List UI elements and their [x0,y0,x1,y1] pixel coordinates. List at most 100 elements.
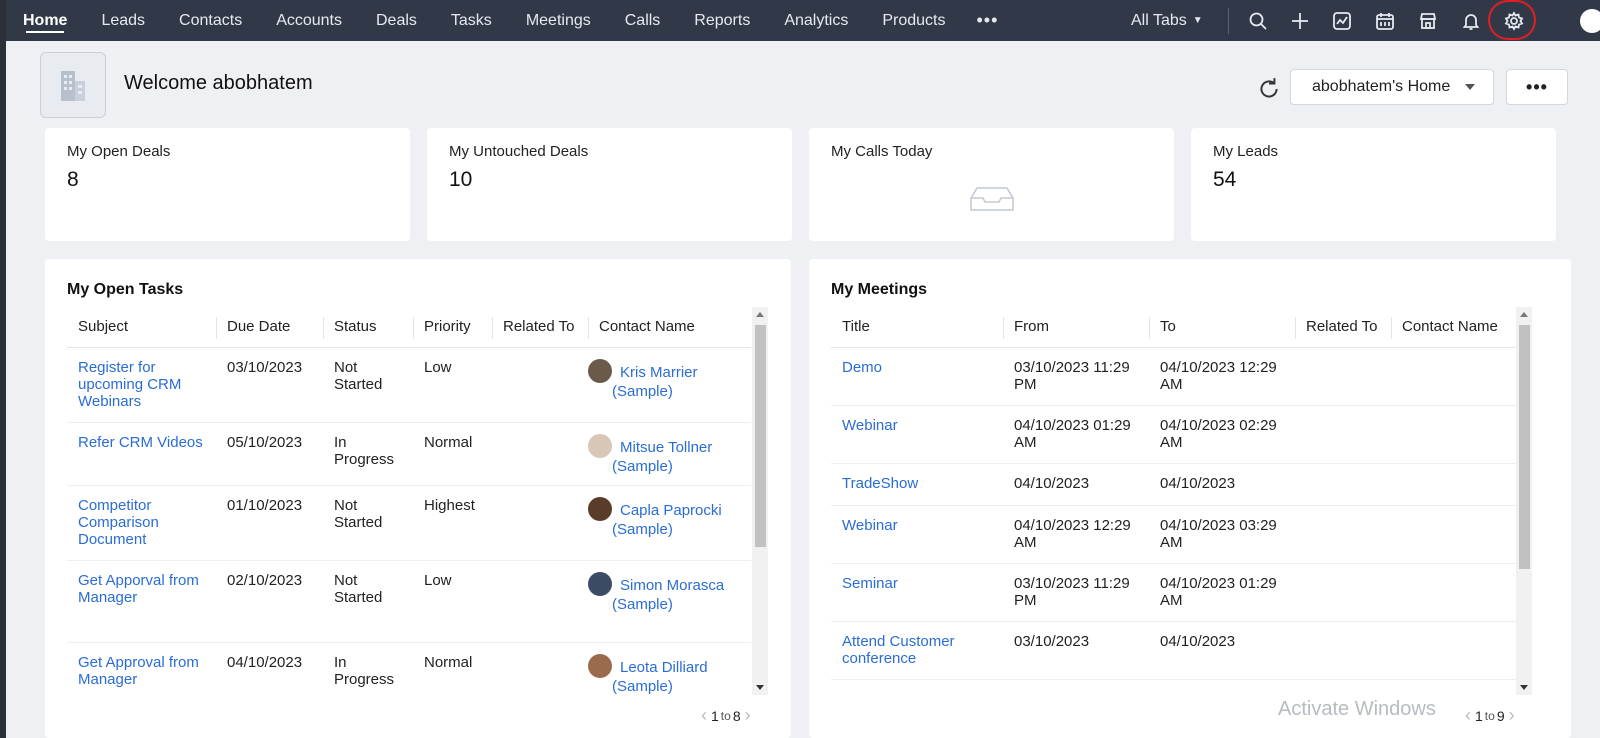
contact-link[interactable]: Mitsue Tollner [620,439,712,456]
all-tabs-label: All Tabs [1131,11,1187,29]
column-header[interactable]: Due Date [216,307,323,348]
scroll-up-icon[interactable] [1520,312,1528,317]
task-due-date: 05/10/2023 [216,422,323,486]
task-status: In Progress [323,422,413,486]
caret-down-icon: ▼ [1192,15,1203,26]
scroll-down-icon[interactable] [756,685,764,690]
next-page-icon[interactable]: › [741,705,755,726]
empty-inbox-icon [970,187,1014,211]
contact-link-suffix[interactable]: (Sample) [588,383,740,400]
meeting-related-to [1295,621,1391,680]
home-view-select[interactable]: abobhatem's Home [1290,69,1494,105]
scroll-up-icon[interactable] [756,312,764,317]
contact-avatar [588,496,612,521]
contact-link[interactable]: Leota Dilliard [620,659,708,676]
task-subject-link[interactable]: Refer CRM Videos [78,434,203,451]
open-tasks-panel: My Open Tasks Subject Due Date Status Pr… [45,259,791,738]
task-subject-link[interactable]: Get Apporval from Manager [78,572,199,606]
meetings-scrollbar[interactable] [1516,307,1532,695]
task-priority: Normal [413,422,492,486]
tab-calls[interactable]: Calls [608,0,678,41]
kpi-untouched-deals[interactable]: My Untouched Deals 10 [427,128,792,241]
contact-link-suffix[interactable]: (Sample) [588,458,740,475]
column-header[interactable]: Subject [67,307,216,348]
meeting-title-link[interactable]: Webinar [842,417,898,434]
task-subject-link[interactable]: Get Approval from Manager [78,654,199,688]
task-subject-link[interactable]: Register for upcoming CRM Webinars [78,359,181,410]
top-nav: Home Leads Contacts Accounts Deals Tasks… [6,0,1600,41]
table-row: Refer CRM Videos 05/10/2023 In Progress … [67,422,751,486]
contact-link-suffix[interactable]: (Sample) [588,521,740,538]
tab-home[interactable]: Home [6,0,84,41]
calendar-icon[interactable] [1367,0,1403,41]
meeting-title-link[interactable]: Seminar [842,575,898,592]
column-header[interactable]: From [1003,307,1149,348]
tab-analytics[interactable]: Analytics [767,0,865,41]
contact-link[interactable]: Simon Morasca [620,577,724,594]
more-tabs-button[interactable]: ••• [963,0,1013,41]
tab-products[interactable]: Products [865,0,962,41]
meeting-title-link[interactable]: Demo [842,359,882,376]
meeting-contact [1391,621,1517,680]
column-header[interactable]: Contact Name [1391,307,1517,348]
table-row: Get Apporval from Manager 02/10/2023 Not… [67,560,751,643]
bell-icon[interactable] [1453,0,1489,41]
tasks-scrollbar[interactable] [752,307,768,695]
tasks-table-wrap: Subject Due Date Status Priority Related… [67,307,751,695]
contact-avatar [588,433,612,458]
contact-avatar [588,358,612,383]
tab-accounts[interactable]: Accounts [259,0,359,41]
kpi-leads[interactable]: My Leads 54 [1191,128,1556,241]
tab-deals[interactable]: Deals [359,0,434,41]
kpi-calls-today[interactable]: My Calls Today [809,128,1174,241]
meeting-related-to [1295,463,1391,506]
meeting-related-to [1295,505,1391,564]
scroll-down-icon[interactable] [1520,685,1528,690]
more-options-button[interactable]: ••• [1506,69,1568,105]
meeting-title-link[interactable]: Attend Customer conference [842,633,955,667]
scroll-thumb[interactable] [755,325,766,547]
marketplace-icon[interactable] [1410,0,1446,41]
next-page-icon[interactable]: › [1505,705,1519,726]
contact-link-suffix[interactable]: (Sample) [588,678,740,695]
task-priority: Highest [413,485,492,561]
search-icon[interactable] [1240,0,1276,41]
task-related-to [492,347,588,423]
column-header[interactable]: Priority [413,307,492,348]
column-header[interactable]: Status [323,307,413,348]
kpi-open-deals[interactable]: My Open Deals 8 [45,128,410,241]
meeting-contact [1391,563,1517,622]
scroll-thumb[interactable] [1519,325,1530,569]
tab-reports[interactable]: Reports [677,0,767,41]
kpi-value: 10 [449,168,473,191]
meeting-from: 04/10/2023 01:29 AM [1003,405,1149,464]
contact-link[interactable]: Capla Paprocki [620,502,722,519]
task-priority: Low [413,347,492,423]
column-header[interactable]: Related To [1295,307,1391,348]
meeting-title-link[interactable]: TradeShow [842,475,918,492]
prev-page-icon[interactable]: ‹ [1461,705,1475,726]
signals-icon[interactable] [1324,0,1360,41]
meeting-title-link[interactable]: Webinar [842,517,898,534]
tasks-pager: ‹ 1 to 8 › [697,705,755,726]
task-priority: Low [413,560,492,643]
tab-leads[interactable]: Leads [84,0,162,41]
all-tabs-dropdown[interactable]: All Tabs ▼ [1131,0,1203,41]
tab-contacts[interactable]: Contacts [162,0,259,41]
user-avatar[interactable] [1580,9,1600,33]
contact-link-suffix[interactable]: (Sample) [588,596,740,613]
column-header[interactable]: To [1149,307,1295,348]
task-subject-link[interactable]: Competitor Comparison Document [78,497,159,548]
plus-icon[interactable] [1282,0,1318,41]
table-row: Get Approval from Manager 04/10/2023 In … [67,642,751,695]
panel-title: My Open Tasks [67,281,184,298]
contact-link[interactable]: Kris Marrier [620,364,698,381]
prev-page-icon[interactable]: ‹ [697,705,711,726]
column-header[interactable]: Contact Name [588,307,751,348]
tab-meetings[interactable]: Meetings [509,0,608,41]
refresh-icon[interactable] [1256,76,1282,102]
column-header[interactable]: Related To [492,307,588,348]
column-header[interactable]: Title [831,307,1003,348]
table-row: Register for upcoming CRM Webinars 03/10… [67,347,751,423]
tab-tasks[interactable]: Tasks [434,0,509,41]
